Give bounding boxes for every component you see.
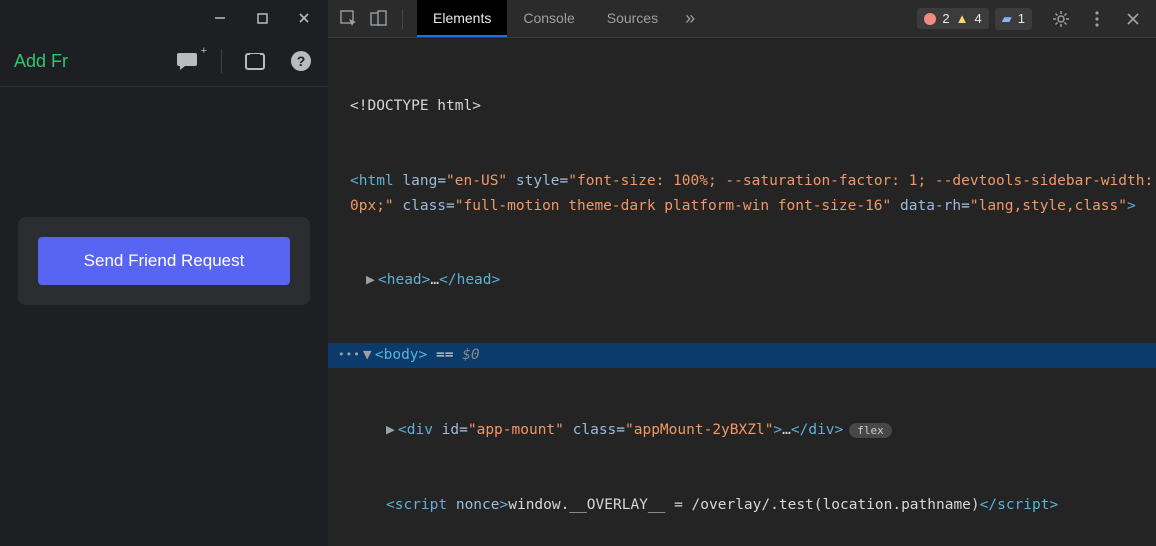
info-icon: ▰ [1002, 11, 1012, 27]
warning-icon: ▲ [956, 11, 969, 26]
discord-app-pane: Add Fr + ? Send Friend Request [0, 0, 328, 546]
dom-head-element[interactable]: ▶<head>…</head> [338, 268, 1156, 293]
close-button[interactable] [290, 4, 318, 32]
app-body: Send Friend Request [0, 87, 328, 546]
window-titlebar [0, 0, 328, 36]
devtools-tabs: Elements Console Sources » [417, 0, 706, 37]
dom-html-element[interactable]: <html lang="en-US" style="font-size: 100… [338, 169, 1156, 219]
inspect-element-icon[interactable] [338, 8, 360, 30]
device-toolbar-icon[interactable] [368, 8, 390, 30]
send-friend-request-button[interactable]: Send Friend Request [38, 237, 290, 285]
dom-doctype[interactable]: <!DOCTYPE html> [338, 94, 1156, 119]
minimize-button[interactable] [206, 4, 234, 32]
dom-body-element-selected[interactable]: •••▼<body> == $0 [328, 343, 1156, 368]
toolbar-divider [221, 49, 222, 73]
info-count: 1 [1018, 11, 1025, 26]
help-icon[interactable]: ? [288, 48, 314, 74]
tab-console[interactable]: Console [507, 0, 590, 37]
devtools-toolbar: Elements Console Sources » 2 ▲ 4 ▰ 1 [328, 0, 1156, 38]
add-friend-tab[interactable]: Add Fr [14, 51, 68, 72]
dom-div-app-mount[interactable]: ▶<div id="app-mount" class="appMount-2yB… [338, 418, 1156, 443]
error-count: 2 [942, 11, 949, 26]
devtools-pane: Elements Console Sources » 2 ▲ 4 ▰ 1 [328, 0, 1156, 546]
more-tabs-button[interactable]: » [674, 0, 706, 37]
warning-count: 4 [975, 11, 982, 26]
kebab-menu-icon[interactable] [1086, 8, 1108, 30]
dom-script-overlay[interactable]: <script nonce>window.__OVERLAY__ = /over… [338, 493, 1156, 518]
tab-sources[interactable]: Sources [591, 0, 674, 37]
tab-elements[interactable]: Elements [417, 0, 507, 37]
new-dm-icon[interactable]: + [175, 48, 201, 74]
issue-badges[interactable]: 2 ▲ 4 ▰ 1 [911, 8, 1038, 30]
friend-request-card: Send Friend Request [18, 217, 310, 305]
error-dot-icon [924, 13, 936, 25]
elements-dom-tree[interactable]: <!DOCTYPE html> <html lang="en-US" style… [328, 38, 1156, 546]
app-toolbar: Add Fr + ? [0, 36, 328, 87]
plus-badge-icon: + [201, 45, 207, 57]
maximize-button[interactable] [248, 4, 276, 32]
svg-text:?: ? [297, 53, 306, 69]
devtools-close-icon[interactable] [1122, 8, 1144, 30]
inbox-icon[interactable] [242, 48, 268, 74]
settings-gear-icon[interactable] [1050, 8, 1072, 30]
